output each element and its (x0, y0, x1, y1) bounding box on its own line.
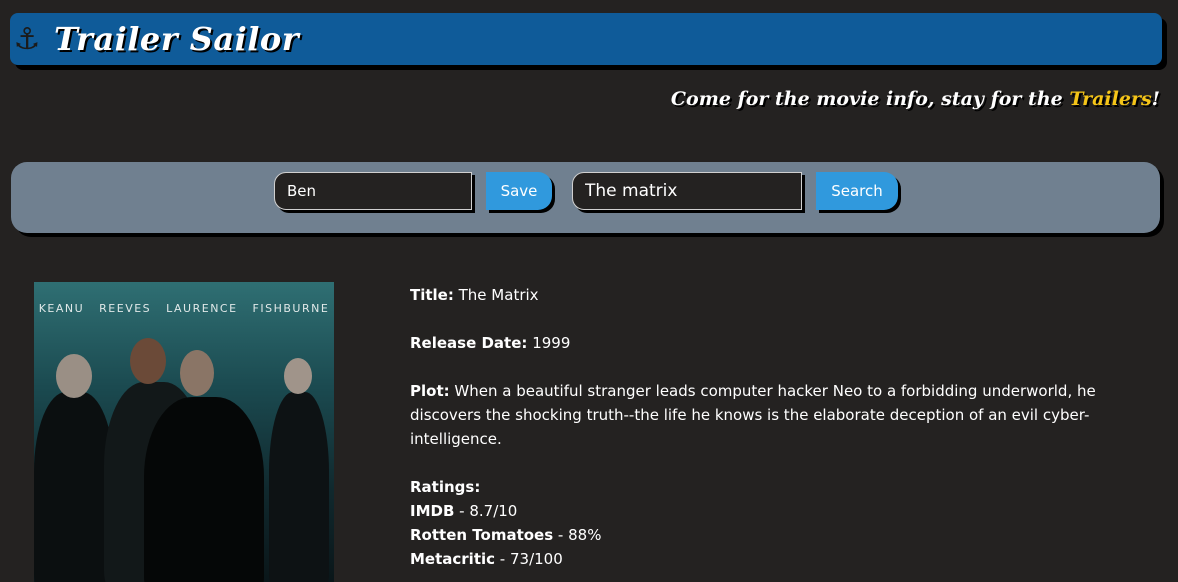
title-label: Title: (410, 286, 454, 304)
poster-cast-text: KEANU REEVES LAURENCE FISHBURNE (38, 302, 330, 315)
title-value: The Matrix (458, 286, 539, 304)
site-title[interactable]: Trailer Sailor (54, 20, 299, 58)
release-label: Release Date: (410, 334, 528, 352)
movie-search-input[interactable] (572, 172, 802, 210)
release-value: 1999 (532, 334, 571, 352)
rating-value: 88% (568, 526, 602, 544)
poster-head (284, 358, 312, 394)
ratings-label: Ratings: (410, 478, 481, 496)
site-header: ⚓ Trailer Sailor (10, 13, 1162, 65)
poster-figure (269, 392, 329, 582)
rating-row: IMDB - 8.7/10 (410, 502, 518, 520)
name-input[interactable] (274, 172, 472, 210)
anchor-icon: ⚓ (13, 21, 41, 57)
plot-label: Plot: (410, 382, 450, 400)
poster-head (56, 354, 92, 398)
plot-row: Plot: When a beautiful stranger leads co… (410, 379, 1150, 451)
tagline-suffix: ! (1151, 88, 1160, 110)
movie-poster: KEANU REEVES LAURENCE FISHBURNE (34, 282, 334, 582)
poster-head (180, 350, 214, 396)
rating-value: 73/100 (509, 550, 563, 568)
tagline: Come for the movie info, stay for the Tr… (671, 88, 1160, 110)
tagline-accent: Trailers (1069, 88, 1152, 110)
poster-head (130, 338, 166, 384)
rating-source: Rotten Tomatoes (410, 526, 554, 544)
rating-row: Rotten Tomatoes - 88% (410, 526, 602, 544)
release-row: Release Date: 1999 (410, 331, 1150, 355)
rating-source: Metacritic (410, 550, 496, 568)
save-button[interactable]: Save (486, 172, 552, 210)
tagline-prefix: Come for the movie info, stay for the (670, 88, 1070, 110)
search-button[interactable]: Search (816, 172, 898, 210)
rating-source: IMDB (410, 502, 455, 520)
poster-figure (144, 397, 264, 582)
title-row: Title: The Matrix (410, 283, 1150, 307)
rating-value: 8.7/10 (469, 502, 518, 520)
poster-figure (34, 392, 114, 582)
ratings-block: Ratings: IMDB - 8.7/10 Rotten Tomatoes -… (410, 475, 1150, 571)
rating-row: Metacritic - 73/100 (410, 550, 563, 568)
plot-value: When a beautiful stranger leads computer… (410, 382, 1096, 448)
search-bar: Save Search (11, 162, 1160, 233)
movie-details: Title: The Matrix Release Date: 1999 Plo… (410, 283, 1150, 571)
